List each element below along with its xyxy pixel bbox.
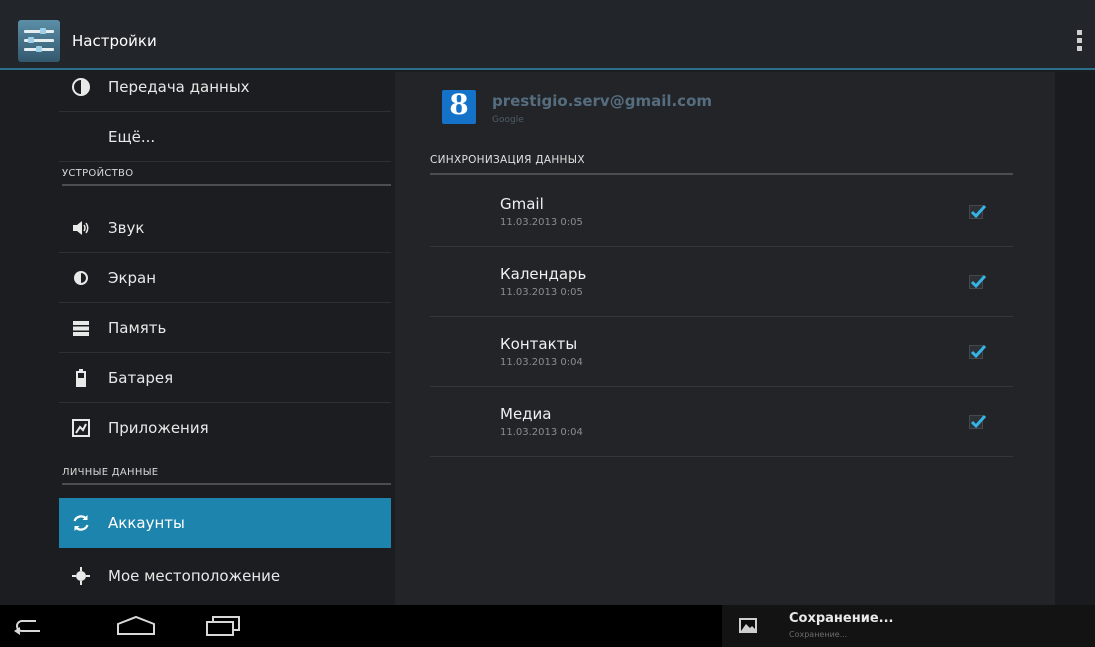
data-usage-icon bbox=[72, 77, 90, 96]
menu-item-battery[interactable]: Батарея bbox=[59, 353, 391, 403]
menu-item-label: Звук bbox=[108, 218, 145, 237]
menu-item-sound[interactable]: Звук bbox=[59, 203, 391, 253]
panel-edge bbox=[1055, 72, 1095, 605]
overflow-menu-icon[interactable] bbox=[1073, 30, 1085, 56]
notification-subtitle: Сохранение... bbox=[789, 630, 848, 639]
image-icon bbox=[739, 618, 757, 633]
sync-item-date: 11.03.2013 0:05 bbox=[500, 287, 583, 298]
battery-icon bbox=[76, 368, 86, 387]
menu-item-display[interactable]: Экран bbox=[59, 253, 391, 303]
menu-item-label: Приложения bbox=[108, 419, 209, 437]
menu-item-storage[interactable]: Память bbox=[59, 303, 391, 353]
menu-item-label: Память bbox=[108, 318, 167, 337]
menu-item-label: Экран bbox=[108, 268, 157, 287]
account-detail-panel: 8 prestigio.serv@gmail.com Google СИНХРО… bbox=[395, 72, 1055, 605]
sync-checkbox[interactable] bbox=[969, 204, 986, 219]
sync-checkbox[interactable] bbox=[969, 414, 986, 429]
sync-item-name: Контакты bbox=[500, 335, 578, 353]
settings-sliders-icon[interactable] bbox=[18, 20, 60, 62]
sync-icon bbox=[73, 515, 89, 531]
menu-item-label: Батарея bbox=[108, 368, 174, 387]
home-icon[interactable] bbox=[115, 615, 157, 637]
sync-section-header: СИНХРОНИЗАЦИЯ ДАННЫХ bbox=[430, 150, 1013, 175]
settings-menu: Передача данных Ещё... УСТРОЙСТВО Звук Э… bbox=[0, 72, 395, 605]
sync-checkbox[interactable] bbox=[969, 274, 986, 289]
recent-apps-icon[interactable] bbox=[205, 615, 241, 637]
storage-icon bbox=[73, 320, 89, 336]
account-email: prestigio.serv@gmail.com bbox=[492, 92, 713, 110]
account-provider: Google bbox=[492, 115, 524, 125]
menu-item-label: Ещё... bbox=[108, 127, 156, 146]
menu-item-label: Аккаунты bbox=[108, 514, 185, 532]
sync-item-gmail[interactable]: Gmail 11.03.2013 0:05 bbox=[430, 177, 1013, 247]
sync-item-contacts[interactable]: Контакты 11.03.2013 0:04 bbox=[430, 317, 1013, 387]
sync-item-date: 11.03.2013 0:04 bbox=[500, 357, 583, 368]
menu-item-location[interactable]: Мое местоположение bbox=[59, 551, 391, 601]
menu-item-data-usage[interactable]: Передача данных bbox=[59, 62, 391, 112]
sync-item-calendar[interactable]: Календарь 11.03.2013 0:05 bbox=[430, 247, 1013, 317]
sync-checkbox[interactable] bbox=[969, 344, 986, 359]
menu-item-accounts[interactable]: Аккаунты bbox=[59, 498, 391, 548]
sync-item-name: Медиа bbox=[500, 405, 552, 423]
notification-saving[interactable]: Сохранение... Сохранение... bbox=[722, 605, 1095, 647]
section-header-personal: ЛИЧНЫЕ ДАННЫЕ bbox=[62, 461, 391, 485]
sync-item-name: Календарь bbox=[500, 265, 587, 283]
notification-title: Сохранение... bbox=[789, 611, 894, 626]
menu-item-label: Передача данных bbox=[108, 77, 250, 96]
section-header-device: УСТРОЙСТВО bbox=[62, 162, 391, 186]
brightness-icon bbox=[74, 270, 88, 285]
sync-item-date: 11.03.2013 0:04 bbox=[500, 427, 583, 438]
menu-item-apps[interactable]: Приложения bbox=[59, 403, 391, 453]
action-bar: Настройки bbox=[0, 0, 1095, 70]
sync-item-media[interactable]: Медиа 11.03.2013 0:04 bbox=[430, 387, 1013, 457]
menu-item-label: Мое местоположение bbox=[108, 567, 281, 585]
google-icon: 8 bbox=[442, 90, 476, 124]
sync-item-date: 11.03.2013 0:05 bbox=[500, 217, 583, 228]
apps-icon bbox=[72, 419, 90, 437]
speaker-icon bbox=[73, 220, 89, 235]
back-icon[interactable] bbox=[12, 615, 44, 637]
location-icon bbox=[72, 567, 90, 585]
app-title: Настройки bbox=[72, 32, 157, 50]
menu-item-more[interactable]: Ещё... bbox=[59, 112, 391, 162]
sync-item-name: Gmail bbox=[500, 195, 544, 213]
